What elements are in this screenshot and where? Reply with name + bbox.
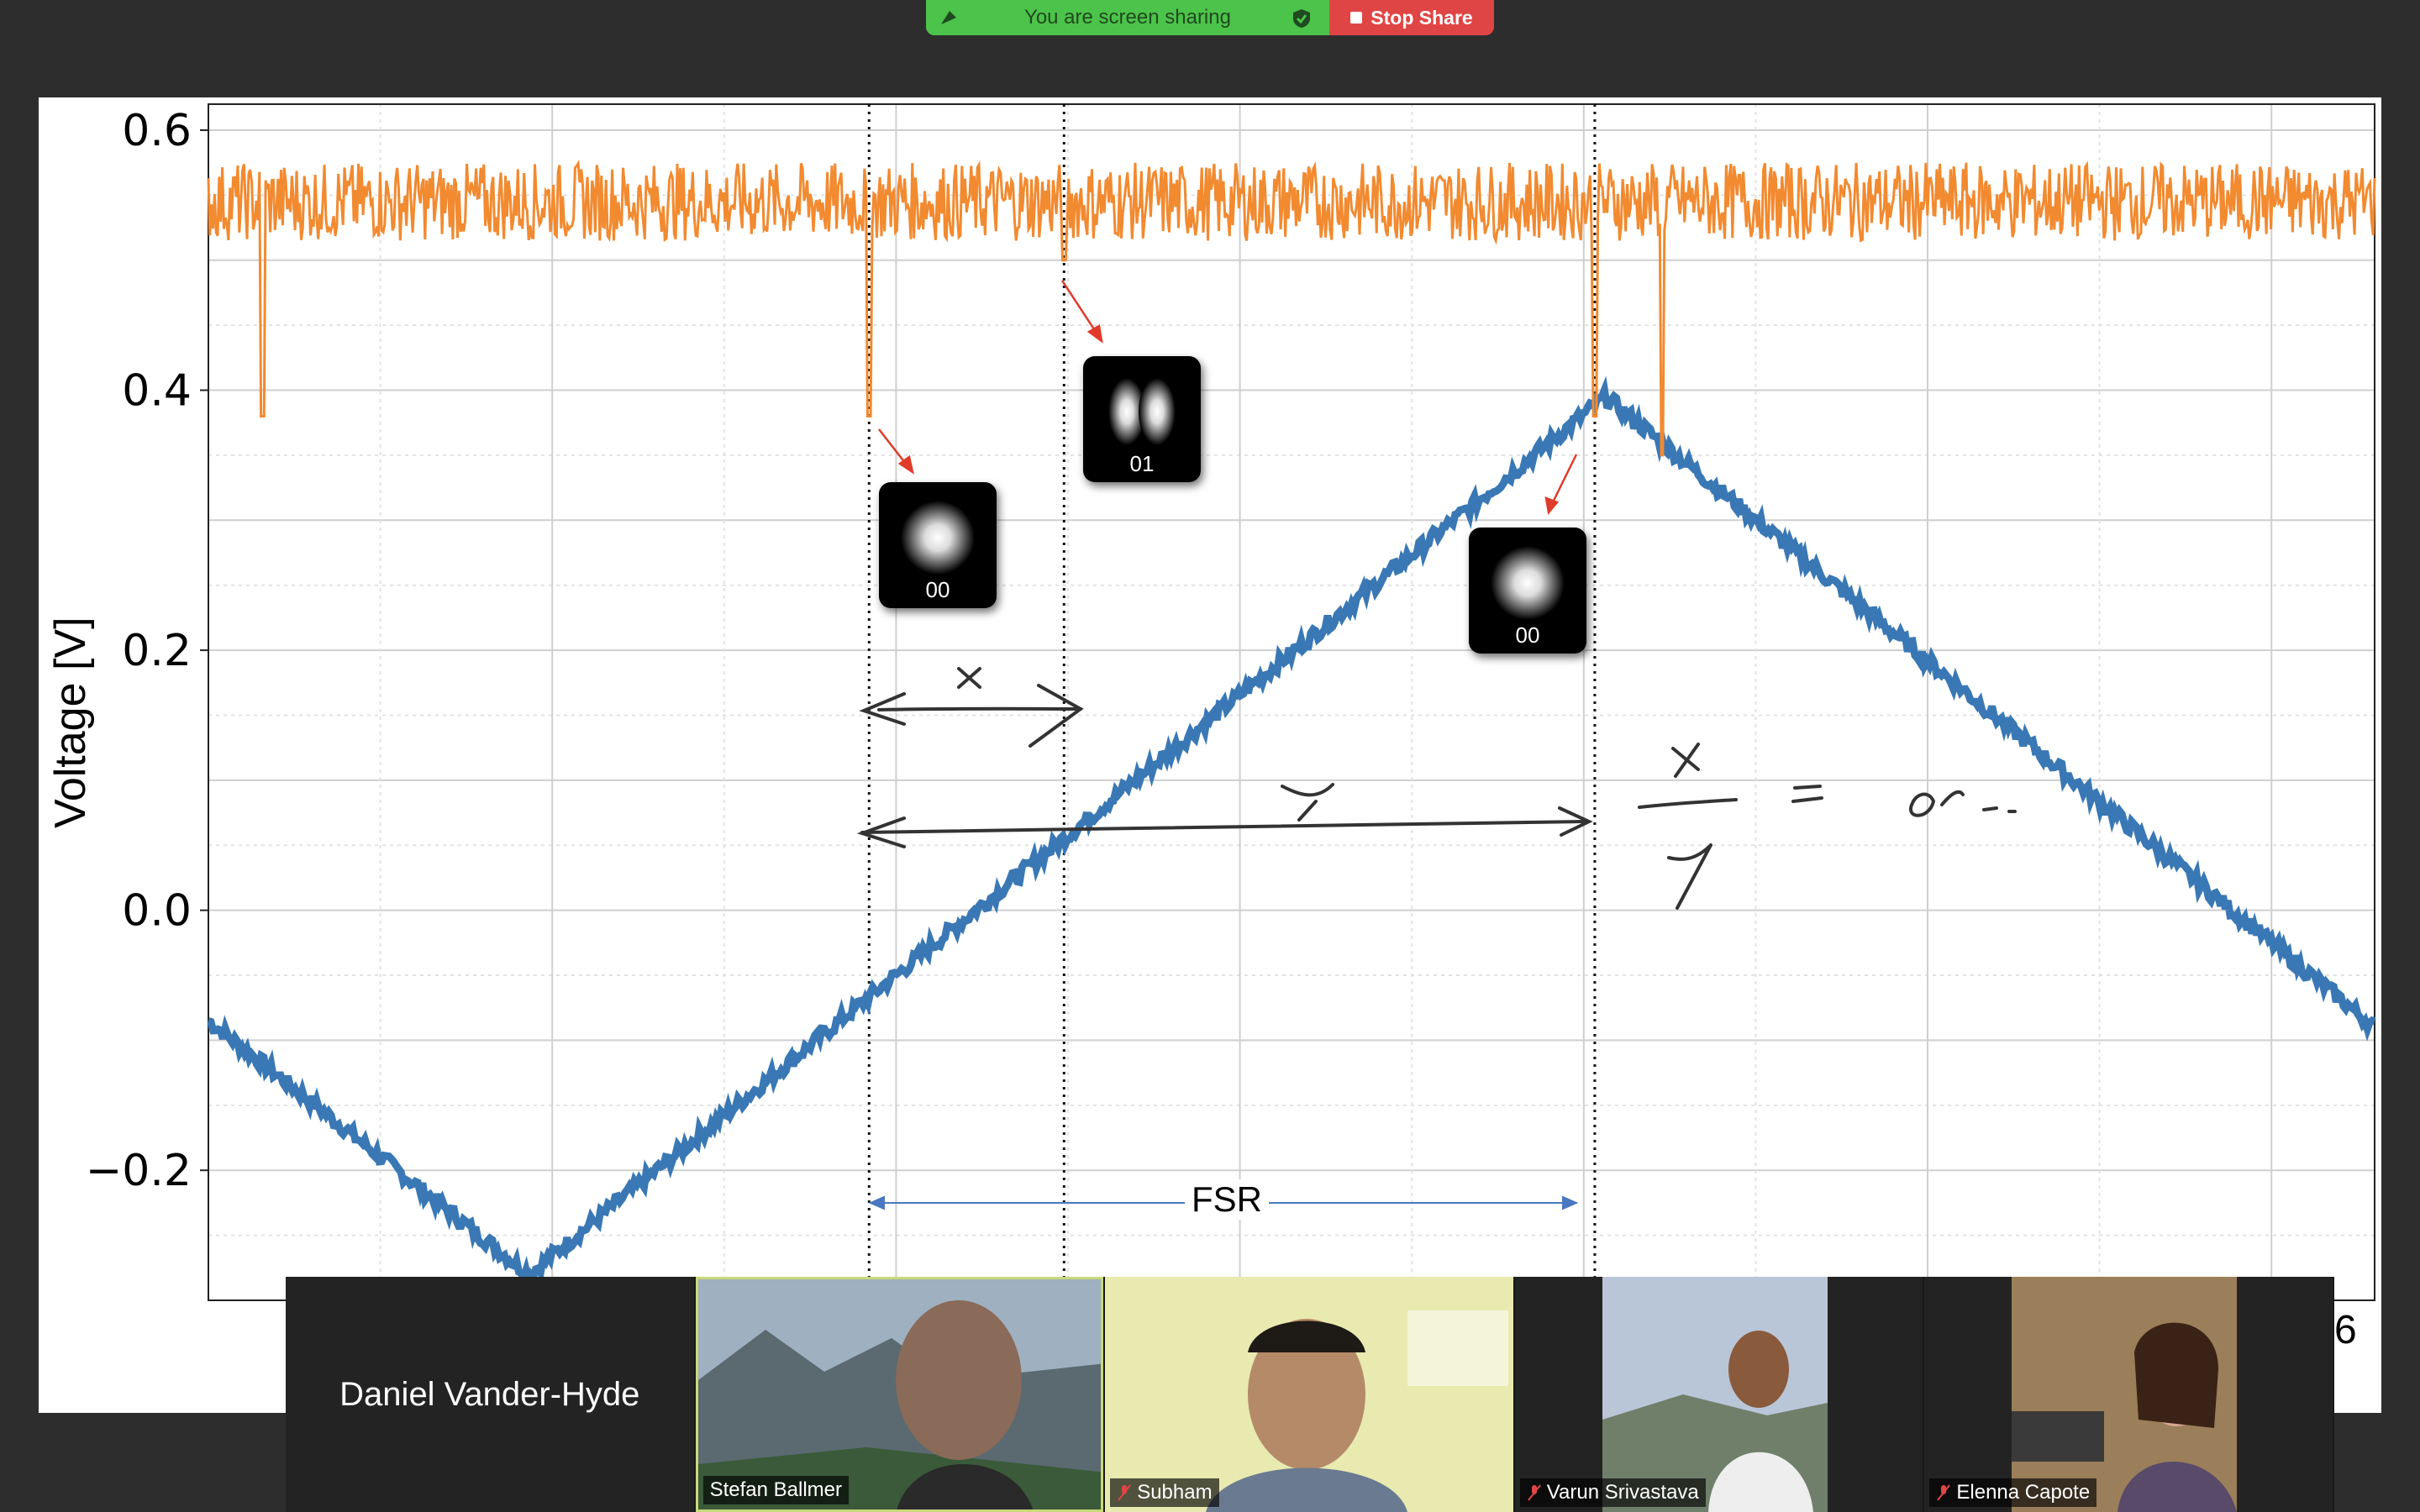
participant-name: Subham xyxy=(1137,1481,1213,1504)
participant-tile[interactable]: Subham xyxy=(1105,1277,1513,1512)
participant-strip: Daniel Vander-Hyde Stefan Ballmer Subham… xyxy=(286,1277,2334,1512)
ramp-trace xyxy=(207,375,2375,1294)
y-tick-label: −0.2 xyxy=(86,1146,192,1196)
fsr-label: FSR xyxy=(1185,1179,1269,1220)
x-tick-label: 6 xyxy=(2334,1308,2357,1352)
y-tick-label: 0.4 xyxy=(122,366,192,417)
participant-tile[interactable]: Varun Srivastava xyxy=(1514,1277,1923,1512)
participant-name: Stefan Ballmer xyxy=(709,1478,842,1501)
participant-name: Varun Srivastava xyxy=(1546,1481,1699,1504)
stop-share-button[interactable]: Stop Share xyxy=(1329,0,1494,35)
participant-video xyxy=(1105,1277,1513,1512)
participant-tile-active-speaker[interactable]: Stefan Ballmer xyxy=(695,1277,1104,1512)
mode-label: 00 xyxy=(925,577,950,602)
participant-nameplate: Elenna Capote xyxy=(1929,1478,2097,1507)
y-tick-label: 0.0 xyxy=(122,886,192,937)
y-tick-label: 0.2 xyxy=(122,626,192,676)
mode-card-00-right: 00 xyxy=(1469,528,1586,654)
participant-nameplate: Varun Srivastava xyxy=(1519,1478,1706,1507)
participant-name: Daniel Vander-Hyde xyxy=(339,1375,640,1413)
mode-card-00-left: 00 xyxy=(879,482,997,608)
participant-nameplate: Stefan Ballmer xyxy=(702,1476,849,1504)
mic-muted-icon xyxy=(1937,1484,1951,1501)
participant-tile[interactable]: Daniel Vander-Hyde xyxy=(286,1277,694,1512)
mode-card-01: 01 xyxy=(1083,356,1201,482)
participant-video xyxy=(1924,1277,2333,1512)
y-tick-label: 0.6 xyxy=(122,106,192,156)
mode-label: 00 xyxy=(1515,622,1540,648)
stop-share-label: Stop Share xyxy=(1370,6,1473,29)
participant-name: Elenna Capote xyxy=(1956,1481,2091,1504)
plot-frame xyxy=(208,103,2375,1301)
shield-check-icon xyxy=(1293,9,1310,28)
y-axis-label: Voltage [V] xyxy=(46,617,95,828)
participant-tile[interactable]: Elenna Capote xyxy=(1924,1277,2333,1512)
mic-muted-icon xyxy=(1118,1484,1131,1501)
shared-screen: 0.6 0.4 0.2 0.0 −0.2 Voltage [V] 00 01 0… xyxy=(39,97,2381,1413)
share-status: You are screen sharing xyxy=(926,0,1329,35)
mode-label: 01 xyxy=(1129,451,1155,476)
share-arrow-icon xyxy=(941,11,956,24)
mode-pointer-arrows xyxy=(878,280,1578,515)
screen-share-banner: You are screen sharing Stop Share xyxy=(926,0,1494,35)
transmission-trace xyxy=(207,160,2376,457)
y-axis-ticks: 0.6 0.4 0.2 0.0 −0.2 xyxy=(86,106,208,1196)
participant-video xyxy=(1514,1277,1923,1512)
stop-icon xyxy=(1350,12,1363,24)
mic-muted-icon xyxy=(1528,1484,1541,1501)
share-status-text: You are screen sharing xyxy=(1024,6,1231,29)
plot-grid xyxy=(208,104,2375,1300)
participant-nameplate: Subham xyxy=(1110,1478,1219,1507)
